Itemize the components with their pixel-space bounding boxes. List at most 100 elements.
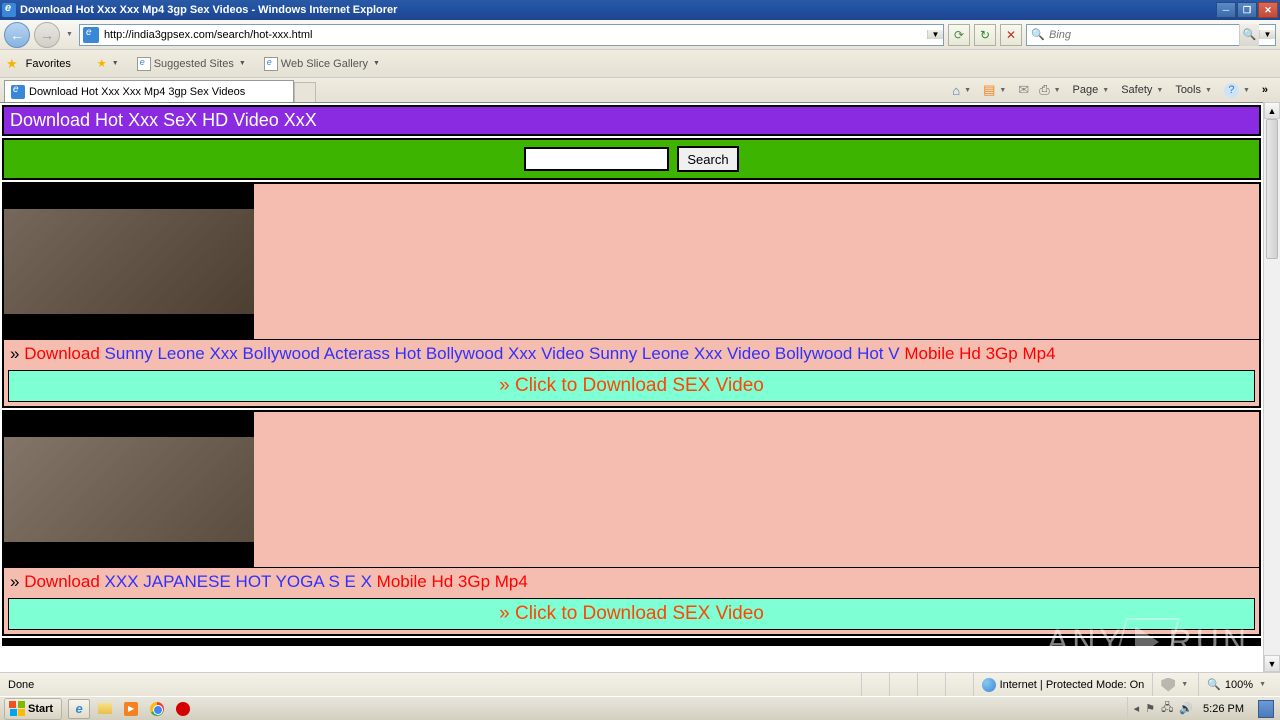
content-frame: Download Hot Xxx SeX HD Video XxX Search… xyxy=(0,102,1280,672)
minimize-button[interactable]: ─ xyxy=(1216,2,1236,18)
taskbar-ie[interactable]: e xyxy=(68,699,90,719)
show-desktop-button[interactable] xyxy=(1258,700,1274,718)
shield-icon xyxy=(1161,678,1175,692)
thumbnail-image xyxy=(4,209,254,314)
taskbar-chrome[interactable] xyxy=(146,699,168,719)
arrow-right-icon: → xyxy=(40,27,54,43)
taskbar-mediaplayer[interactable]: ▶ xyxy=(120,699,142,719)
ie-icon xyxy=(11,85,25,99)
tab-bar: Download Hot Xxx Xxx Mp4 3gp Sex Videos … xyxy=(0,78,1280,102)
partial-block xyxy=(2,638,1261,646)
window-title: Download Hot Xxx Xxx Mp4 3gp Sex Videos … xyxy=(20,4,1216,16)
flag-icon[interactable]: ⚑ xyxy=(1145,702,1155,715)
start-button[interactable]: Start xyxy=(4,698,62,720)
tab-title: Download Hot Xxx Xxx Mp4 3gp Sex Videos xyxy=(29,86,245,98)
vertical-scrollbar[interactable]: ▲ ▼ xyxy=(1263,102,1280,672)
chrome-icon xyxy=(150,702,164,716)
star-add-icon: ★ xyxy=(97,57,107,70)
refresh-button[interactable]: ↻ xyxy=(974,24,996,46)
toolbar-overflow[interactable]: » xyxy=(1258,84,1272,96)
home-button[interactable]: ⌂▼ xyxy=(948,81,977,100)
video-title[interactable]: » Download Sunny Leone Xxx Bollywood Act… xyxy=(4,339,1259,368)
status-cell xyxy=(945,673,973,696)
search-input[interactable] xyxy=(1049,29,1239,41)
command-bar: ⌂▼ ▤▼ ✉ ⎙▼ Page▼ Safety▼ Tools▼ ?▼ » xyxy=(948,78,1276,102)
favorites-star-icon[interactable]: ★ xyxy=(6,56,18,72)
forward-button[interactable]: → xyxy=(34,22,60,48)
tray-expand-icon[interactable]: ◂ xyxy=(1134,702,1140,715)
page-search-row: Search xyxy=(2,138,1261,180)
taskbar-explorer[interactable] xyxy=(94,699,116,719)
system-tray: ◂ ⚑ 🖧 🔊 5:26 PM xyxy=(1127,697,1280,720)
wmp-icon: ▶ xyxy=(124,702,138,716)
mail-icon: ✉ xyxy=(1018,82,1029,98)
status-bar: Done Internet | Protected Mode: On ▼ 🔍 1… xyxy=(0,672,1280,696)
help-button[interactable]: ?▼ xyxy=(1220,81,1256,100)
address-bar[interactable]: ▼ xyxy=(79,24,944,46)
security-zone[interactable]: Internet | Protected Mode: On xyxy=(973,673,1153,696)
arrow-icon: » xyxy=(10,572,24,591)
help-icon: ? xyxy=(1224,83,1239,98)
window-titlebar: Download Hot Xxx Xxx Mp4 3gp Sex Videos … xyxy=(0,0,1280,20)
arrow-left-icon: ← xyxy=(10,27,24,43)
status-cell xyxy=(861,673,889,696)
web-slice-link[interactable]: Web Slice Gallery ▼ xyxy=(260,55,386,73)
video-thumbnail[interactable] xyxy=(4,184,254,339)
globe-icon xyxy=(982,678,996,692)
taskbar-app[interactable] xyxy=(172,699,194,719)
search-box: 🔍 🔍 ▼ xyxy=(1026,24,1276,46)
close-button[interactable]: ✕ xyxy=(1258,2,1278,18)
zoom-control[interactable]: 🔍 100% ▼ xyxy=(1198,673,1276,696)
page-icon xyxy=(83,27,99,43)
new-tab-button[interactable] xyxy=(294,82,316,102)
page-search-button[interactable]: Search xyxy=(677,146,738,172)
video-thumbnail[interactable] xyxy=(4,412,254,567)
scroll-up-button[interactable]: ▲ xyxy=(1264,102,1280,119)
favorites-label[interactable]: Favorites xyxy=(26,58,71,70)
suggested-sites-link[interactable]: Suggested Sites ▼ xyxy=(133,55,252,73)
tools-menu[interactable]: Tools▼ xyxy=(1171,82,1218,98)
nav-history-dropdown[interactable]: ▼ xyxy=(64,31,75,38)
status-text: Done xyxy=(4,679,38,691)
browser-tab[interactable]: Download Hot Xxx Xxx Mp4 3gp Sex Videos xyxy=(4,80,294,102)
page-icon xyxy=(137,57,151,71)
add-favorite-button[interactable]: ★ ▼ xyxy=(93,55,125,72)
clock[interactable]: 5:26 PM xyxy=(1199,703,1248,715)
video-item: » Download Sunny Leone Xxx Bollywood Act… xyxy=(2,182,1261,408)
red-circle-icon xyxy=(176,702,190,716)
nav-toolbar: ← → ▼ ▼ ⟳ ↻ ✕ 🔍 🔍 ▼ xyxy=(0,20,1280,50)
zoom-icon: 🔍 xyxy=(1207,678,1221,691)
scroll-thumb[interactable] xyxy=(1266,119,1278,259)
search-go-button[interactable]: 🔍 xyxy=(1239,24,1259,46)
stop-button[interactable]: ✕ xyxy=(1000,24,1022,46)
windows-logo-icon xyxy=(9,701,25,717)
arrow-icon: » xyxy=(10,344,24,363)
compat-view-button[interactable]: ⟳ xyxy=(948,24,970,46)
feeds-button[interactable]: ▤▼ xyxy=(979,80,1012,100)
network-icon[interactable]: 🖧 xyxy=(1161,699,1173,718)
back-button[interactable]: ← xyxy=(4,22,30,48)
protected-mode-cell[interactable]: ▼ xyxy=(1152,673,1198,696)
url-input[interactable] xyxy=(102,27,927,43)
download-banner-link[interactable]: » Click to Download SEX Video xyxy=(8,370,1255,402)
status-cell xyxy=(889,673,917,696)
url-dropdown[interactable]: ▼ xyxy=(927,30,943,39)
video-item: » Download XXX JAPANESE HOT YOGA S E X M… xyxy=(2,410,1261,636)
page-content: Download Hot Xxx SeX HD Video XxX Search… xyxy=(0,102,1263,672)
readmail-button[interactable]: ✉ xyxy=(1014,80,1033,100)
page-search-input[interactable] xyxy=(524,147,669,171)
search-dropdown[interactable]: ▼ xyxy=(1259,30,1275,39)
ie-icon: e xyxy=(75,701,82,716)
ie-icon xyxy=(2,3,16,17)
maximize-button[interactable]: ❐ xyxy=(1237,2,1257,18)
volume-icon[interactable]: 🔊 xyxy=(1179,702,1193,715)
print-button[interactable]: ⎙▼ xyxy=(1035,80,1066,100)
taskbar: Start e ▶ ◂ ⚑ 🖧 🔊 5:26 PM xyxy=(0,696,1280,720)
scroll-down-button[interactable]: ▼ xyxy=(1264,655,1280,672)
video-title[interactable]: » Download XXX JAPANESE HOT YOGA S E X M… xyxy=(4,567,1259,596)
download-banner-link[interactable]: » Click to Download SEX Video xyxy=(8,598,1255,630)
search-provider-icon[interactable]: 🔍 xyxy=(1030,27,1046,43)
page-menu[interactable]: Page▼ xyxy=(1069,82,1116,98)
safety-menu[interactable]: Safety▼ xyxy=(1117,82,1169,98)
rss-icon: ▤ xyxy=(983,82,995,98)
